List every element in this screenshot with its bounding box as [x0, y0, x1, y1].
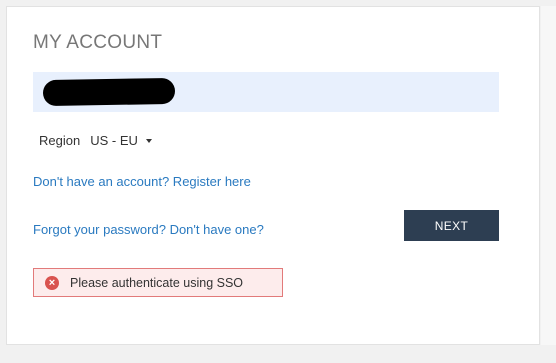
caret-down-icon [145, 138, 152, 143]
scrollbar-gutter [541, 6, 556, 345]
error-message: Please authenticate using SSO [70, 275, 244, 290]
page: MY ACCOUNT Region US - EU Don't have an … [0, 0, 556, 363]
region-select[interactable]: US - EU [90, 133, 152, 148]
register-link[interactable]: Don't have an account? Register here [33, 174, 251, 189]
page-title: MY ACCOUNT [33, 32, 163, 53]
error-circle-x-icon: × [45, 275, 59, 290]
region-value: US - EU [90, 133, 138, 148]
forgot-password-link[interactable]: Forgot your password? Don't have one? [33, 222, 264, 237]
region-label: Region [39, 133, 81, 148]
redacted-username [42, 77, 176, 107]
error-alert: × Please authenticate using SSO [33, 268, 283, 297]
region-row: Region US - EU [39, 133, 152, 148]
next-button[interactable]: NEXT [404, 210, 499, 241]
